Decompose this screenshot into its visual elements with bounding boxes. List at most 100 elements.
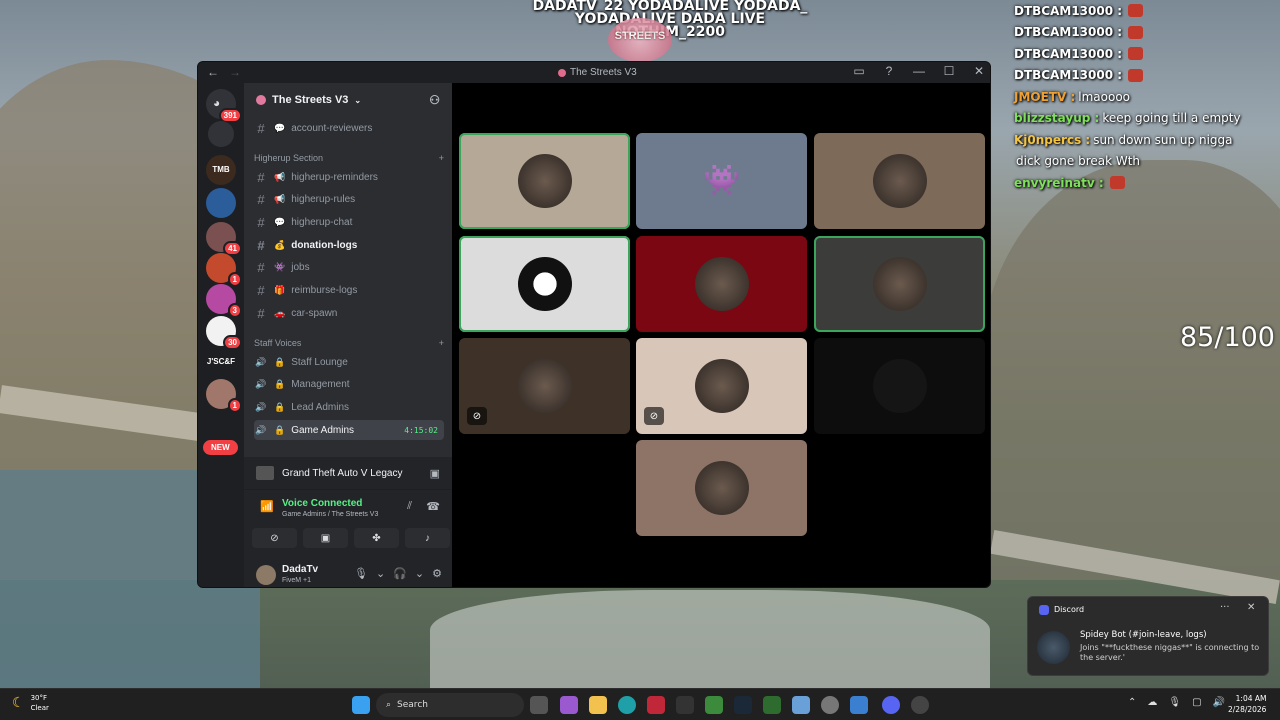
minimize-button[interactable]: — (912, 64, 926, 78)
task-view-icon[interactable] (530, 696, 548, 714)
settings-gear-icon[interactable]: ⚙ (432, 567, 442, 580)
notepad-icon[interactable] (792, 696, 810, 714)
toast-notification[interactable]: Discord ··· ✕ Spidey Bot (#join-leave, l… (1027, 596, 1269, 676)
close-button[interactable]: ✕ (972, 64, 986, 78)
chevron-down-icon[interactable]: ⌄ (415, 567, 424, 580)
help-icon[interactable]: ? (882, 64, 896, 78)
discord-window: ← → The Streets V3 ▭ ? — ☐ ✕ ◕ 391 TMB 4… (197, 61, 991, 588)
participant-tile[interactable] (636, 440, 807, 536)
server-item-5[interactable]: 3 (206, 284, 242, 318)
participant-avatar (518, 359, 572, 413)
participant-tile[interactable]: ⊘ (459, 338, 630, 434)
chat-text: keep going till a empty (1102, 111, 1241, 126)
participant-tile[interactable]: 👾 (636, 133, 807, 229)
screen-share-icon[interactable]: ▣ (430, 467, 440, 480)
text-channel[interactable]: # 💬 higherup-chat (254, 212, 444, 232)
voice-channel[interactable]: 🔊 🔒 Staff Lounge (254, 352, 444, 372)
channel-category[interactable]: Higherup Section + (254, 153, 444, 163)
channel-name: Lead Admins (291, 401, 350, 413)
channel-category[interactable]: Staff Voices + (254, 338, 444, 348)
headphones-icon[interactable]: 🎧 (393, 567, 407, 580)
home-button[interactable]: ◕ 391 (206, 89, 242, 123)
soundboard-button[interactable]: ♪ (405, 528, 450, 548)
server-item-6[interactable]: 30 (206, 316, 242, 350)
chevron-up-icon[interactable]: ⌃ (1128, 697, 1136, 708)
xbox-icon[interactable] (763, 696, 781, 714)
text-channel[interactable]: # 💬 account-reviewers (254, 118, 444, 138)
server-header[interactable]: The Streets V3 ⌄ ⚇ (244, 83, 452, 117)
chat-username: DTBCAM13000 : (1014, 3, 1123, 18)
server-item-8[interactable]: 1 (206, 379, 242, 413)
channel-name: donation-logs (291, 239, 358, 251)
settings-icon[interactable] (821, 696, 839, 714)
username[interactable]: DadaTv (282, 564, 318, 575)
activities-button[interactable]: ✤ (354, 528, 399, 548)
file-explorer-icon[interactable] (589, 696, 607, 714)
app-icon-c[interactable] (676, 696, 694, 714)
participant-tile[interactable] (636, 236, 807, 332)
cloud-icon[interactable]: ☁ (1147, 697, 1157, 708)
add-member-icon[interactable]: ⚇ (429, 93, 440, 107)
server-item-2[interactable] (206, 188, 236, 218)
disconnect-icon[interactable]: ☎ (426, 500, 440, 513)
github-icon[interactable] (911, 696, 929, 714)
participant-tile[interactable] (459, 133, 630, 229)
title-bar: ← → The Streets V3 ▭ ? — ☐ ✕ (198, 62, 990, 83)
text-channel[interactable]: # 🚗 car-spawn (254, 303, 444, 323)
noise-suppression-icon[interactable]: ⫽ (407, 500, 412, 513)
discord-taskbar-icon[interactable] (882, 696, 900, 714)
mic-tray-icon[interactable]: 🎙 (1168, 697, 1181, 708)
server-item-tmb[interactable]: TMB (206, 155, 236, 185)
server-item-jscf[interactable]: J'SC&F (204, 357, 238, 366)
add-channel-icon[interactable]: + (439, 338, 444, 348)
maximize-button[interactable]: ☐ (942, 64, 956, 78)
text-channel[interactable]: # 🎁 reimburse-logs (254, 281, 444, 301)
copilot-icon[interactable] (560, 696, 578, 714)
screen-share-button[interactable]: ▣ (303, 528, 348, 548)
text-channel[interactable]: # 📢 higherup-rules (254, 190, 444, 210)
inbox-icon[interactable]: ▭ (852, 64, 866, 78)
participant-tile[interactable] (814, 338, 985, 434)
search-placeholder: Search (397, 700, 428, 710)
camera-off-button[interactable]: ⊘ (252, 528, 297, 548)
network-icon[interactable]: ▢ (1192, 697, 1201, 708)
volume-icon[interactable]: 🔊 (1213, 697, 1225, 708)
start-button[interactable] (352, 696, 370, 714)
text-channel[interactable]: # 📢 higherup-reminders (254, 167, 444, 187)
voice-channel[interactable]: 🔊 🔒 Game Admins 4:15:02 (254, 420, 444, 441)
taskbar: ☾ 30°F Clear ⌕ Search ⌃ ☁ 🎙 ▢ 🔊 1:04 AM … (0, 688, 1280, 720)
participant-tile[interactable] (459, 236, 630, 332)
photos-icon[interactable] (850, 696, 868, 714)
edge-icon[interactable] (618, 696, 636, 714)
participant-tile[interactable]: ⊘ (636, 338, 807, 434)
participant-tile[interactable] (814, 236, 985, 332)
voice-status[interactable]: Voice Connected (282, 498, 362, 509)
server-item-gear[interactable] (208, 121, 234, 147)
text-channel[interactable]: # 👾 jobs (254, 258, 444, 278)
avatar[interactable] (256, 565, 276, 585)
close-icon[interactable]: ✕ (1247, 602, 1255, 613)
more-options-icon[interactable]: ··· (1220, 602, 1230, 613)
clock[interactable]: 1:04 AM 2/28/2026 (1228, 693, 1266, 715)
emote-icon (1128, 68, 1144, 82)
microphone-icon[interactable]: 🎙 (354, 567, 368, 580)
stream-chat: DTBCAM13000 : DTBCAM13000 : DTBCAM13000 : D… (1014, 0, 1280, 194)
game-activity[interactable]: Grand Theft Auto V Legacy ▣ (244, 457, 452, 489)
app-icon-play[interactable] (705, 696, 723, 714)
voice-channel[interactable]: 🔊 🔒 Lead Admins (254, 397, 444, 417)
server-item-4[interactable]: 1 (206, 253, 242, 287)
server-item-3[interactable]: 41 (206, 222, 242, 256)
notification-app-name: Discord (1054, 605, 1085, 614)
forward-arrow-icon[interactable]: → (229, 65, 241, 79)
participant-tile[interactable] (814, 133, 985, 229)
chevron-down-icon[interactable]: ⌄ (376, 567, 385, 580)
steam-icon[interactable] (734, 696, 752, 714)
text-channel[interactable]: # 💰 donation-logs (254, 235, 444, 255)
back-arrow-icon[interactable]: ← (207, 65, 219, 79)
search-box[interactable]: ⌕ Search (376, 693, 524, 717)
weather-widget[interactable]: ☾ 30°F Clear (12, 693, 49, 713)
app-icon-a[interactable] (647, 696, 665, 714)
add-channel-icon[interactable]: + (439, 153, 444, 163)
new-servers-pill[interactable]: NEW (203, 440, 238, 455)
voice-channel[interactable]: 🔊 🔒 Management (254, 375, 444, 395)
